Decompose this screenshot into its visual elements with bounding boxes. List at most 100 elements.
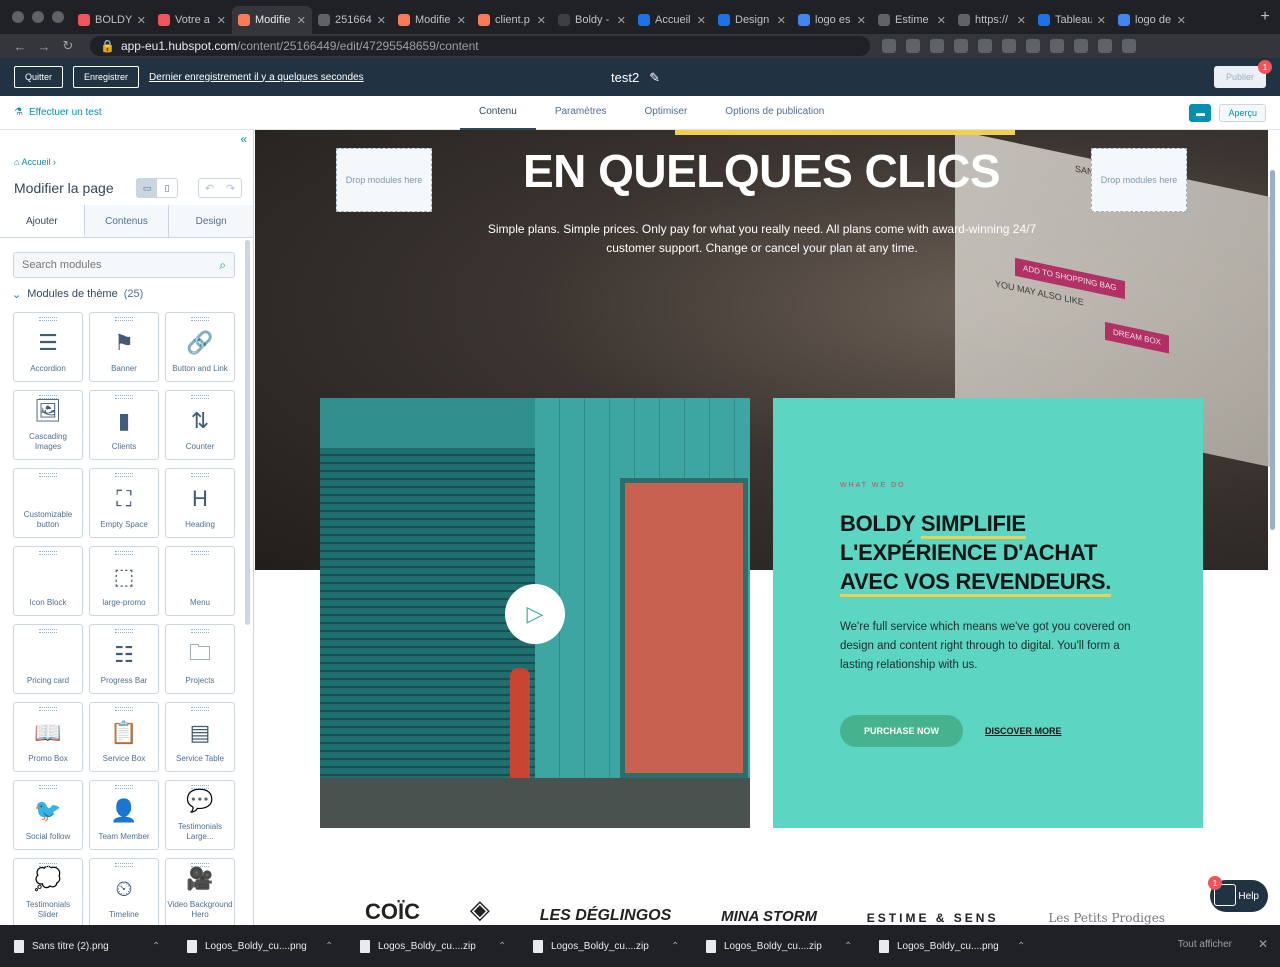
tab-add[interactable]: Ajouter	[0, 205, 85, 237]
download-item[interactable]: Sans titre (2).png ⌃	[14, 939, 187, 953]
chevron-up-icon[interactable]: ⌃	[844, 941, 852, 952]
close-tab-icon[interactable]: ✕	[1017, 14, 1026, 27]
module-tile[interactable]: ▤ Service Table	[165, 702, 235, 772]
play-icon[interactable]: ▷	[505, 584, 565, 644]
download-item[interactable]: Logos_Boldy_cu....png ⌃	[187, 939, 360, 953]
forward-icon[interactable]: →	[32, 39, 56, 54]
tab-design[interactable]: Design	[169, 205, 253, 237]
module-tile[interactable]: 🎥 Video Background Hero	[165, 858, 235, 925]
discover-more-link[interactable]: DISCOVER MORE	[985, 726, 1062, 736]
close-tab-icon[interactable]: ✕	[857, 14, 866, 27]
mobile-icon[interactable]: ▯	[157, 179, 177, 197]
module-tile[interactable]: 👤 Team Member	[89, 780, 159, 850]
browser-tab[interactable]: client.p ✕	[472, 6, 552, 34]
browser-tab[interactable]: logo es ✕	[792, 6, 872, 34]
module-tile[interactable]: ☷ Progress Bar	[89, 624, 159, 694]
save-status-link[interactable]: Dernier enregistrement il y a quelques s…	[149, 72, 364, 83]
tab-settings[interactable]: Paramètres	[536, 96, 626, 130]
module-tile[interactable]: ☰ Accordion	[13, 312, 83, 382]
close-tab-icon[interactable]: ✕	[537, 14, 546, 27]
undo-icon[interactable]: ↶	[199, 179, 220, 197]
close-icon[interactable]: ✕	[1258, 937, 1268, 951]
browser-tab[interactable]: BOLDY ✕	[72, 6, 152, 34]
tab-optimize[interactable]: Optimiser	[626, 96, 707, 130]
browser-tab[interactable]: Design ✕	[712, 6, 792, 34]
browser-tab[interactable]: Modifie ✕	[392, 6, 472, 34]
search-input[interactable]	[22, 259, 202, 271]
chevron-up-icon[interactable]: ⌃	[498, 941, 506, 952]
show-all-button[interactable]: Tout afficher	[1178, 939, 1232, 950]
collapse-sidebar-icon[interactable]: «	[240, 132, 247, 146]
search-icon[interactable]: ⌕	[219, 258, 226, 273]
download-item[interactable]: Logos_Boldy_cu....zip ⌃	[706, 939, 879, 953]
preview-button[interactable]: Aperçu	[1219, 104, 1266, 122]
close-tab-icon[interactable]: ✕	[1097, 14, 1106, 27]
desktop-icon[interactable]: ▭	[137, 179, 157, 197]
close-tab-icon[interactable]: ✕	[377, 14, 386, 27]
module-tile[interactable]: ⬚ large-promo	[89, 546, 159, 616]
close-tab-icon[interactable]: ✕	[1177, 14, 1186, 27]
browser-tab[interactable]: Modifie ✕	[232, 6, 312, 34]
sidebar-scrollbar[interactable]	[245, 240, 250, 625]
what-we-do-card[interactable]: WHAT WE DO BOLDY SIMPLIFIE L'EXPÉRIENCE …	[773, 398, 1203, 828]
module-tile[interactable]: ⏲ Timeline	[89, 858, 159, 925]
module-tile[interactable]: Customizable button	[13, 468, 83, 538]
redo-icon[interactable]: ↷	[220, 179, 241, 197]
close-tab-icon[interactable]: ✕	[777, 14, 786, 27]
close-tab-icon[interactable]: ✕	[937, 14, 946, 27]
module-tile[interactable]: 🔗 Button and Link	[165, 312, 235, 382]
browser-tab[interactable]: Estime ✕	[872, 6, 952, 34]
module-tile[interactable]: ▮ Clients	[89, 390, 159, 460]
module-tile[interactable]: ⇅ Counter	[165, 390, 235, 460]
back-icon[interactable]: ←	[8, 39, 32, 54]
browser-tab[interactable]: 251664 ✕	[312, 6, 392, 34]
module-tile[interactable]: 📋 Service Box	[89, 702, 159, 772]
close-tab-icon[interactable]: ✕	[217, 14, 226, 27]
close-tab-icon[interactable]: ✕	[457, 14, 466, 27]
canvas-scrollbar[interactable]	[1270, 170, 1275, 530]
new-tab-icon[interactable]: +	[1250, 8, 1280, 26]
save-button[interactable]: Enregistrer	[73, 66, 140, 88]
quit-button[interactable]: Quitter	[14, 66, 64, 88]
page-title[interactable]: test2 ✎	[611, 70, 660, 86]
tab-publishing-options[interactable]: Options de publication	[706, 96, 843, 130]
download-item[interactable]: Logos_Boldy_cu....png ⌃	[879, 939, 1052, 953]
window-controls[interactable]	[0, 11, 72, 23]
module-tile[interactable]: Pricing card	[13, 624, 83, 694]
module-tile[interactable]: Icon Block	[13, 546, 83, 616]
close-tab-icon[interactable]: ✕	[617, 14, 626, 27]
browser-tab[interactable]: Accueil ✕	[632, 6, 712, 34]
browser-tab[interactable]: Boldy - ✕	[552, 6, 632, 34]
module-tile[interactable]: H Heading	[165, 468, 235, 538]
browser-tab[interactable]: https:// ✕	[952, 6, 1032, 34]
extension-icons[interactable]	[882, 39, 1136, 53]
chevron-up-icon[interactable]: ⌃	[152, 941, 160, 952]
purchase-now-button[interactable]: PURCHASE NOW	[840, 715, 964, 747]
module-tile[interactable]: 🗀 Projects	[165, 624, 235, 694]
breadcrumb[interactable]: ⌂ Accueil ›	[14, 157, 56, 167]
tab-contents[interactable]: Contenus	[84, 205, 170, 237]
browser-tab[interactable]: logo de ✕	[1112, 6, 1192, 34]
close-tab-icon[interactable]: ✕	[297, 14, 306, 27]
browser-tab[interactable]: Tableau ✕	[1032, 6, 1112, 34]
module-tile[interactable]: 💭 Testimonials Slider	[13, 858, 83, 925]
module-tile[interactable]: Menu	[165, 546, 235, 616]
browser-tab[interactable]: Votre a ✕	[152, 6, 232, 34]
reload-icon[interactable]: ↻	[56, 38, 80, 54]
close-tab-icon[interactable]: ✕	[137, 14, 146, 27]
module-tile[interactable]: ⚑ Banner	[89, 312, 159, 382]
chevron-up-icon[interactable]: ⌃	[671, 941, 679, 952]
download-item[interactable]: Logos_Boldy_cu....zip ⌃	[533, 939, 706, 953]
tab-content[interactable]: Contenu	[460, 96, 536, 130]
url-field[interactable]: 🔒 app-eu1.hubspot.com/content/25166449/e…	[90, 36, 870, 56]
pencil-icon[interactable]: ✎	[649, 70, 660, 86]
module-tile[interactable]: ⛶ Empty Space	[89, 468, 159, 538]
run-test-link[interactable]: ⚗ Effectuer un test	[14, 107, 102, 118]
module-tile[interactable]: 🐦 Social follow	[13, 780, 83, 850]
module-tile[interactable]: 📖 Promo Box	[13, 702, 83, 772]
download-item[interactable]: Logos_Boldy_cu....zip ⌃	[360, 939, 533, 953]
video-thumbnail[interactable]: ▷	[320, 398, 750, 828]
chevron-up-icon[interactable]: ⌃	[325, 941, 333, 952]
theme-modules-header[interactable]: ⌄ Modules de thème (25)	[12, 288, 143, 301]
chevron-up-icon[interactable]: ⌃	[1017, 941, 1025, 952]
